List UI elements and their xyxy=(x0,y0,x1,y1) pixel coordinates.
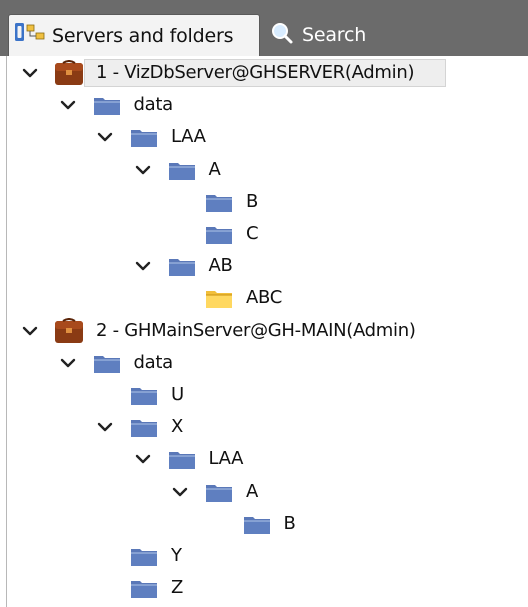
search-icon xyxy=(270,21,294,50)
tree-node-label: 1 - VizDbServer@GHSERVER(Admin) xyxy=(96,62,415,83)
folder-icon xyxy=(130,577,158,603)
folder-icon xyxy=(168,255,196,281)
tree-node-label: C xyxy=(246,223,259,244)
tree-node[interactable]: X xyxy=(0,413,528,441)
chevron-down-icon[interactable] xyxy=(60,97,76,111)
tree-node-label: U xyxy=(171,384,184,405)
tab-label: Servers and folders xyxy=(52,24,234,47)
folder-icon xyxy=(130,416,158,442)
chevron-down-icon[interactable] xyxy=(135,258,151,272)
tree-node[interactable]: C xyxy=(0,220,528,248)
folder-icon xyxy=(168,448,196,474)
chevron-down-icon[interactable] xyxy=(60,355,76,369)
tree-node-label: A xyxy=(208,158,221,180)
folder-icon xyxy=(130,384,158,410)
open-folder-icon xyxy=(205,287,233,313)
tree-node[interactable]: B xyxy=(0,510,528,538)
folder-icon xyxy=(93,94,121,120)
tree-node-label: A xyxy=(246,480,259,502)
tree-node[interactable]: ABC xyxy=(0,284,528,312)
tree-view-icon xyxy=(14,21,46,50)
chevron-down-icon[interactable] xyxy=(97,419,113,433)
tree-node-label: data xyxy=(133,94,174,116)
tree-node[interactable]: 2 - GHMainServer@GH-MAIN(Admin) xyxy=(0,317,528,345)
tree-node[interactable]: Y xyxy=(0,542,528,570)
tree-node-label: Y xyxy=(171,545,182,566)
tree-node[interactable]: A xyxy=(0,478,528,506)
tree-node-label: Z xyxy=(171,577,184,599)
tree-node[interactable]: data xyxy=(0,91,528,119)
tab-search[interactable]: Search xyxy=(262,14,432,56)
folder-icon xyxy=(130,126,158,152)
server-icon xyxy=(54,317,84,348)
tree-node-label: ABC xyxy=(246,287,283,309)
tree-node-label: LAA xyxy=(208,448,244,470)
server-folder-tree: 1 - VizDbServer@GHSERVER(Admin) data LAA A B… xyxy=(0,56,528,607)
tree-node[interactable]: LAA xyxy=(0,445,528,473)
tree-node-label: 2 - GHMainServer@GH-MAIN(Admin) xyxy=(96,319,416,341)
tree-node-label: X xyxy=(171,416,184,438)
folder-icon xyxy=(243,513,271,539)
chevron-down-icon[interactable] xyxy=(97,129,113,143)
chevron-down-icon[interactable] xyxy=(172,484,188,498)
tab-label: Search xyxy=(302,24,367,46)
tree-node[interactable]: Z xyxy=(0,574,528,602)
tree-node-label: AB xyxy=(208,255,233,277)
folder-icon xyxy=(130,545,158,571)
server-icon xyxy=(54,60,84,90)
folder-icon xyxy=(205,223,233,249)
tree-node[interactable]: U xyxy=(0,381,528,409)
folder-icon xyxy=(205,191,233,217)
tree-node[interactable]: 1 - VizDbServer@GHSERVER(Admin) xyxy=(0,59,528,87)
tree-node-label: data xyxy=(133,351,174,373)
tree-node-label: LAA xyxy=(171,126,206,148)
tree-node[interactable]: LAA xyxy=(0,123,528,151)
folder-icon xyxy=(93,352,121,378)
tab-servers-and-folders[interactable]: Servers and folders xyxy=(8,14,260,56)
tab-bar: Servers and folders Search xyxy=(0,0,528,56)
folder-icon xyxy=(205,481,233,507)
folder-icon xyxy=(168,159,196,185)
tree-node[interactable]: A xyxy=(0,156,528,184)
tree-node[interactable]: data xyxy=(0,349,528,377)
chevron-down-icon[interactable] xyxy=(135,162,151,176)
tree-node-label: B xyxy=(283,512,296,534)
tree-node-label: B xyxy=(246,190,259,212)
chevron-down-icon[interactable] xyxy=(22,323,38,337)
tree-node[interactable]: B xyxy=(0,188,528,216)
divider xyxy=(6,56,7,607)
chevron-down-icon[interactable] xyxy=(135,451,151,465)
chevron-down-icon[interactable] xyxy=(22,65,38,79)
tree-node[interactable]: AB xyxy=(0,252,528,280)
